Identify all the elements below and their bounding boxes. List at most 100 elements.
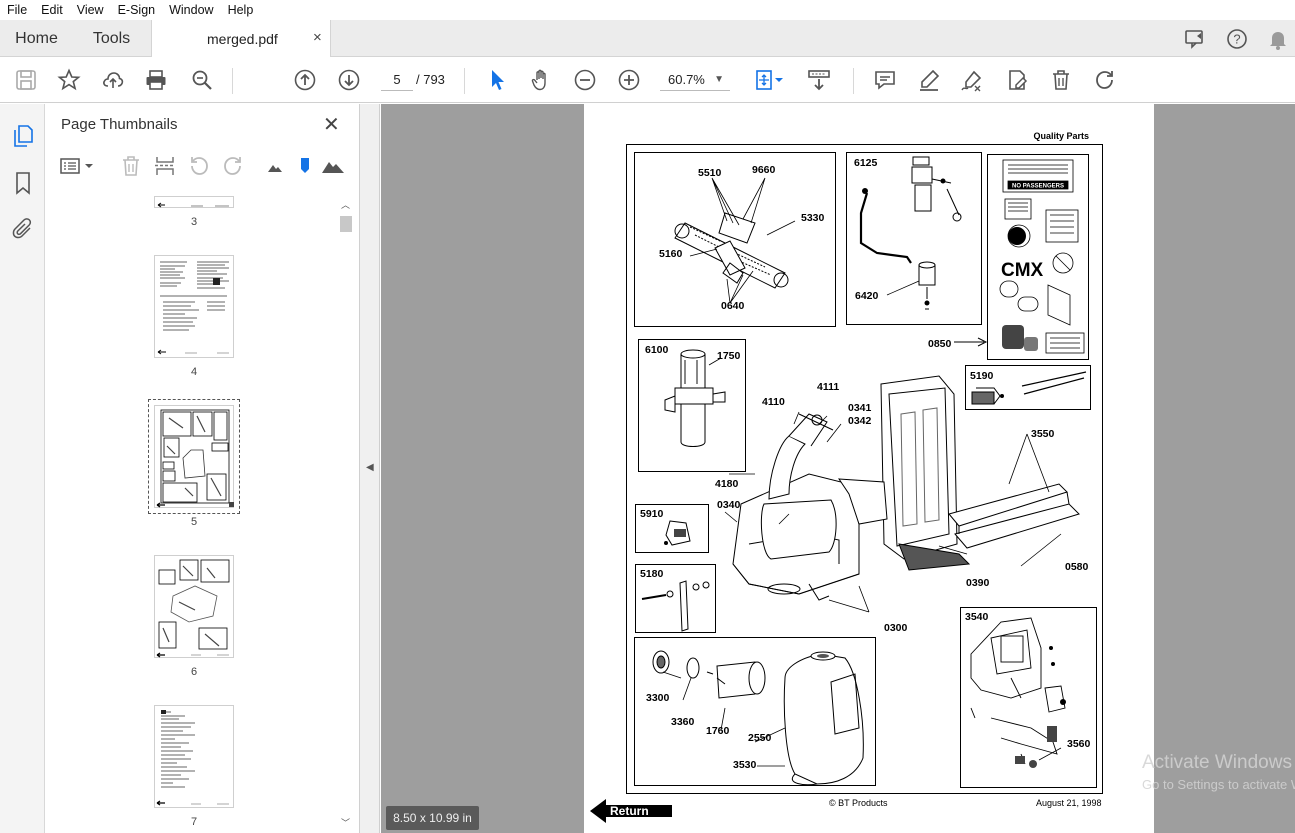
diagram-5910-box: 5910 (635, 504, 709, 553)
diagram-handle-box: 5510 9660 5330 5160 0640 (634, 152, 836, 327)
star-icon[interactable] (57, 68, 81, 92)
part-number-label: 3550 (1031, 428, 1055, 440)
large-mountain-icon[interactable] (321, 154, 345, 178)
thumbnail-size-slider-icon[interactable] (293, 154, 317, 178)
thumbnail-page-7[interactable] (154, 705, 234, 808)
comment-icon[interactable] (873, 68, 897, 92)
menu-file[interactable]: File (0, 3, 34, 17)
share-screen-icon[interactable] (1183, 27, 1207, 51)
thumbnails-panel: Page Thumbnails ✕ 3 4 5 6 7 ︿ ﹀ (45, 104, 360, 833)
highlight-icon[interactable] (917, 68, 941, 92)
rotate-cw-icon[interactable] (221, 154, 245, 178)
thumbnail-page-3[interactable] (154, 196, 234, 208)
toolbar-divider (232, 68, 233, 94)
part-number-label: 4110 (762, 396, 785, 408)
print-icon[interactable] (144, 68, 168, 92)
small-mountain-icon[interactable] (263, 154, 287, 178)
help-icon[interactable]: ? (1225, 27, 1249, 51)
leader-arrow (954, 337, 988, 347)
page-footer-date: August 21, 1998 (1036, 798, 1102, 808)
zoom-in-icon[interactable] (617, 68, 641, 92)
scroll-down-icon[interactable]: ﹀ (341, 816, 350, 829)
diagram-drive-unit-box: 3300 3360 1760 2550 3530 (634, 637, 876, 786)
part-number-label: 0342 (848, 415, 872, 427)
zoom-level-select[interactable]: 60.7% ▼ (660, 69, 730, 91)
notifications-bell-icon[interactable] (1266, 27, 1290, 51)
part-number-label: 0341 (848, 402, 872, 414)
scroll-mode-icon[interactable] (807, 68, 831, 92)
extract-page-icon[interactable] (153, 154, 177, 178)
part-number-label: 1750 (717, 350, 741, 362)
delete-icon[interactable] (1049, 68, 1073, 92)
page-number-input[interactable]: 5 (381, 69, 413, 91)
svg-text:?: ? (1233, 32, 1240, 47)
scroll-up-icon[interactable]: ︿ (341, 198, 350, 211)
zoom-search-icon[interactable] (190, 68, 214, 92)
part-number-label: 2550 (748, 732, 772, 744)
tab-tools[interactable]: Tools (73, 20, 150, 57)
rotate-icon[interactable] (1093, 68, 1117, 92)
part-number-label: 3360 (671, 716, 695, 728)
thumbnails-scrollbar[interactable]: ︿ ﹀ (338, 196, 354, 831)
close-tab-icon[interactable]: × (313, 29, 322, 46)
collapse-arrow-icon[interactable]: ◀ (366, 462, 374, 473)
menu-view[interactable]: View (70, 3, 111, 17)
part-number-label: 3560 (1067, 738, 1091, 750)
thumbnail-label: 5 (190, 516, 198, 528)
close-panel-icon[interactable]: ✕ (323, 112, 340, 137)
diagram-5180-box: 5180 (635, 564, 716, 633)
part-number-label: 5160 (659, 248, 683, 260)
rotate-ccw-icon[interactable] (187, 154, 211, 178)
scrollbar-thumb[interactable] (340, 216, 352, 232)
sign-icon[interactable] (960, 68, 984, 92)
document-viewport[interactable]: Quality Parts 5510 9660 5330 5160 0640 6… (381, 104, 1295, 833)
thumbnail-options-icon[interactable] (59, 154, 97, 178)
main-toolbar: 5 / 793 60.7% ▼ (0, 57, 1295, 103)
return-button[interactable]: Return (590, 797, 672, 825)
navigation-rail (0, 104, 45, 833)
part-number-label: 5180 (640, 568, 664, 580)
document-tab-label: merged.pdf (207, 31, 278, 47)
return-label: Return (610, 804, 649, 818)
panel-collapse-gutter[interactable]: ◀ (360, 104, 380, 833)
part-number-label: 9660 (752, 164, 776, 176)
zoom-out-icon[interactable] (573, 68, 597, 92)
part-number-label: 0300 (884, 622, 908, 634)
upload-icon[interactable] (101, 68, 125, 92)
thumbnail-page-4[interactable] (154, 255, 234, 358)
thumbnail-label: 3 (190, 216, 198, 228)
part-number-label: 6125 (854, 157, 878, 169)
thumbnail-page-6[interactable] (154, 555, 234, 658)
page-up-icon[interactable] (293, 68, 317, 92)
attachment-icon[interactable] (11, 217, 35, 241)
menu-edit[interactable]: Edit (34, 3, 70, 17)
delete-page-icon[interactable] (119, 154, 143, 178)
part-number-label: 4180 (715, 478, 739, 490)
tab-home[interactable]: Home (0, 20, 73, 57)
menu-help[interactable]: Help (221, 3, 261, 17)
part-number-label: 0580 (1065, 561, 1089, 573)
part-number-label: 5190 (970, 370, 994, 382)
zoom-level-value: 60.7% (668, 72, 705, 87)
diagram-pump-hose-box: 6125 6420 (846, 152, 982, 325)
menu-window[interactable]: Window (162, 3, 220, 17)
diagram-decals-box: CMX NO PASSENGERS (987, 154, 1089, 360)
menu-esign[interactable]: E-Sign (111, 3, 163, 17)
select-cursor-icon[interactable] (486, 68, 510, 92)
page-header: Quality Parts (1033, 131, 1089, 141)
menu-bar: File Edit View E-Sign Window Help (0, 0, 1295, 20)
pdf-page: Quality Parts 5510 9660 5330 5160 0640 6… (584, 104, 1154, 833)
fit-dropdown-icon[interactable] (773, 68, 785, 92)
save-icon[interactable] (14, 68, 38, 92)
diagram-3540-box: 3540 3560 (960, 607, 1097, 788)
part-number-label: 1760 (706, 725, 730, 737)
tab-document[interactable]: merged.pdf × (151, 20, 331, 58)
pages-icon[interactable] (11, 124, 35, 148)
bookmark-icon[interactable] (11, 171, 35, 195)
part-number-label: 5330 (801, 212, 825, 224)
thumbnail-label: 4 (190, 366, 198, 378)
fill-sign-icon[interactable] (1005, 68, 1029, 92)
page-down-icon[interactable] (337, 68, 361, 92)
thumbnail-page-5[interactable] (148, 399, 240, 514)
hand-icon[interactable] (529, 68, 553, 92)
